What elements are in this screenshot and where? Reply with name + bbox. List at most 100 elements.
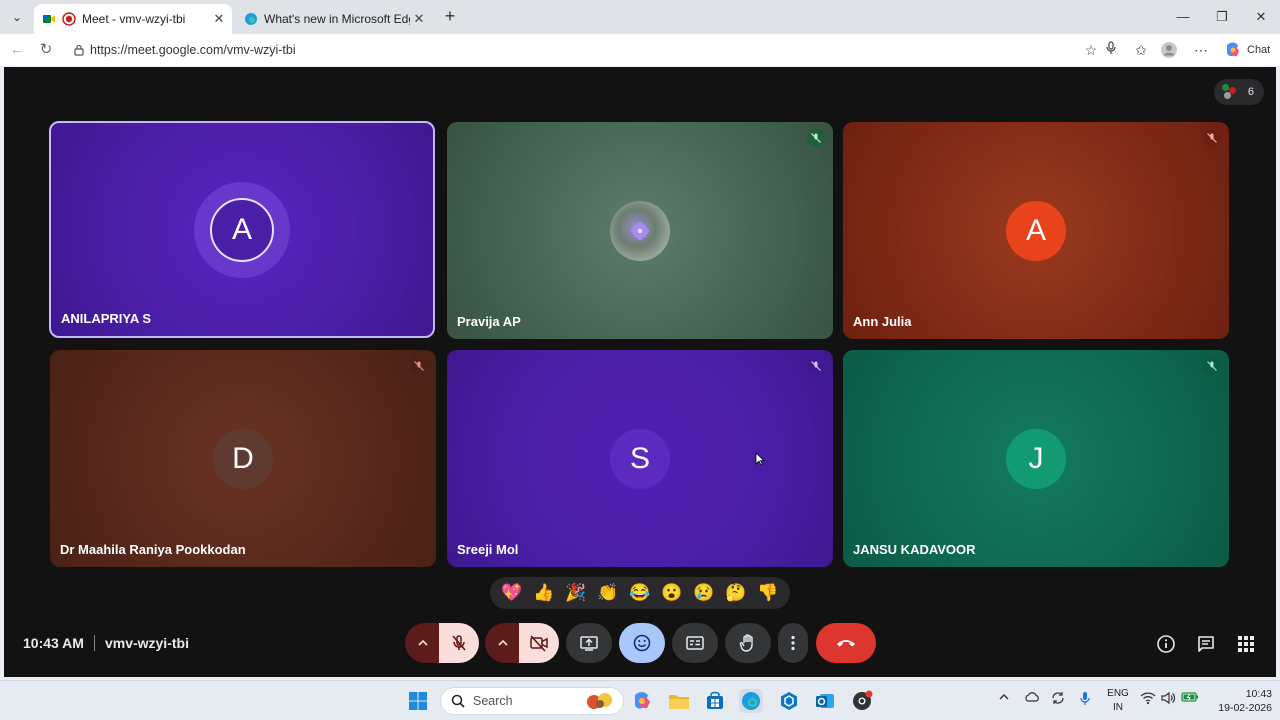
- participant-name: Dr Maahila Raniya Pookkodan: [60, 542, 246, 557]
- favorites-icon[interactable]: ✩: [1132, 41, 1150, 59]
- more-options-icon[interactable]: ⋯: [1192, 41, 1210, 59]
- hang-up-icon: [837, 640, 855, 647]
- close-tab-icon[interactable]: ✕: [410, 11, 428, 27]
- close-window-icon[interactable]: ✕: [1250, 6, 1272, 28]
- microphone-in-use-icon[interactable]: [1102, 41, 1120, 59]
- raise-hand-button[interactable]: [725, 623, 771, 663]
- refresh-icon[interactable]: ↻: [35, 39, 57, 61]
- reaction-crying[interactable]: 😢: [693, 583, 714, 603]
- battery-charging-icon[interactable]: [1181, 691, 1199, 706]
- windows-start-icon[interactable]: [406, 689, 430, 713]
- meeting-code: vmv-wzyi-tbi: [104, 635, 189, 651]
- address-bar[interactable]: https://meet.google.com/vmv-wzyi-tbi: [64, 37, 1124, 63]
- captions-button[interactable]: [672, 623, 718, 663]
- leave-call-button[interactable]: [816, 623, 876, 663]
- close-tab-icon[interactable]: ✕: [210, 11, 228, 27]
- reaction-surprised[interactable]: 😮: [661, 583, 682, 603]
- restore-icon[interactable]: ❐: [1211, 6, 1233, 28]
- reaction-thumbs-down[interactable]: 👎: [757, 583, 778, 603]
- camera-toggle-button[interactable]: [519, 623, 559, 663]
- outlook-icon[interactable]: [813, 689, 837, 713]
- participant-name: ANILAPRIYA S: [61, 311, 152, 326]
- activities-grid-icon[interactable]: [1235, 633, 1257, 655]
- meeting-info: 10:43 AM vmv-wzyi-tbi: [23, 635, 189, 651]
- search-placeholder: Search: [473, 694, 513, 708]
- edge-icon: [244, 12, 258, 26]
- recording-icon: [62, 12, 76, 26]
- audio-options-button[interactable]: [405, 623, 441, 663]
- volume-icon[interactable]: [1160, 691, 1176, 708]
- microphone-tray-icon[interactable]: [1079, 691, 1091, 710]
- reaction-party-popper[interactable]: 🎉: [565, 583, 586, 603]
- system-clock[interactable]: 10:43 19-02-2026: [1206, 687, 1272, 715]
- copilot-icon: [1224, 41, 1242, 59]
- reaction-sparkling-heart[interactable]: 💖: [501, 583, 522, 603]
- chrome-icon[interactable]: [850, 689, 874, 713]
- taskbar-search[interactable]: Search: [440, 687, 624, 715]
- input-language-indicator[interactable]: ENG IN: [1104, 687, 1132, 715]
- mic-off-icon: [1203, 129, 1221, 147]
- participant-count: 6: [1247, 86, 1254, 98]
- sync-icon[interactable]: [1050, 691, 1066, 708]
- wifi-icon[interactable]: [1140, 691, 1156, 708]
- mic-off-icon: [452, 635, 466, 651]
- site-info-icon[interactable]: [72, 43, 86, 57]
- tab-meet[interactable]: Meet - vmv-wzyi-tbi ✕: [34, 4, 232, 34]
- video-options-button[interactable]: [485, 623, 521, 663]
- minimize-icon[interactable]: —: [1172, 6, 1194, 28]
- copilot-chat-button[interactable]: Chat: [1220, 38, 1274, 62]
- reaction-laughing[interactable]: 😂: [629, 583, 650, 603]
- file-explorer-icon[interactable]: [667, 689, 691, 713]
- mouse-cursor: [755, 452, 766, 471]
- region-code: IN: [1113, 702, 1123, 713]
- copilot-app-icon[interactable]: [630, 689, 654, 713]
- reaction-thumbs-up[interactable]: 👍: [533, 583, 554, 603]
- search-icon: [451, 694, 465, 708]
- participant-tile[interactable]: J JANSU KADAVOOR: [843, 350, 1229, 567]
- reactions-button[interactable]: [619, 623, 665, 663]
- participant-tile[interactable]: A ANILAPRIYA S: [49, 121, 435, 338]
- current-time: 10:43 AM: [23, 635, 84, 651]
- url-text: https://meet.google.com/vmv-wzyi-tbi: [90, 43, 296, 57]
- onedrive-icon[interactable]: [1024, 691, 1040, 706]
- profile-avatar-icon[interactable]: [1160, 41, 1178, 59]
- language-code: ENG: [1107, 688, 1129, 699]
- more-options-button[interactable]: [778, 623, 808, 663]
- avatar: J: [1006, 428, 1066, 489]
- microsoft-store-icon[interactable]: [703, 689, 727, 713]
- browser-toolbar: ← ↻ https://meet.google.com/vmv-wzyi-tbi…: [0, 34, 1280, 66]
- participant-tile[interactable]: S Sreeji Mol: [447, 350, 833, 567]
- more-vert-icon: [791, 635, 795, 651]
- hand-icon: [739, 634, 753, 652]
- participant-tile[interactable]: A Ann Julia: [843, 122, 1229, 339]
- tab-edge-whats-new[interactable]: What's new in Microsoft Edge ✕: [236, 4, 432, 34]
- captions-icon: [686, 636, 704, 650]
- meeting-details-icon[interactable]: [1155, 633, 1177, 655]
- present-screen-icon: [580, 636, 598, 651]
- google-meet-icon: [42, 12, 56, 26]
- mic-off-icon: [807, 357, 825, 375]
- clock-date: 19-02-2026: [1218, 702, 1272, 714]
- chat-icon[interactable]: [1195, 633, 1217, 655]
- avatar-photo: [610, 200, 670, 261]
- microphone-toggle-button[interactable]: [439, 623, 479, 663]
- avatar: S: [610, 428, 670, 489]
- app-hexagon-icon[interactable]: [777, 689, 801, 713]
- participant-name: Pravija AP: [457, 314, 521, 329]
- edge-taskbar-icon[interactable]: [739, 689, 763, 713]
- tab-title: Meet - vmv-wzyi-tbi: [82, 12, 186, 26]
- reaction-clapping[interactable]: 👏: [597, 583, 618, 603]
- participant-name: JANSU KADAVOOR: [853, 542, 976, 557]
- present-screen-button[interactable]: [566, 623, 612, 663]
- search-highlight-icon: [585, 690, 615, 712]
- participants-chip[interactable]: 6: [1214, 79, 1264, 105]
- back-icon[interactable]: ←: [6, 39, 28, 61]
- participant-tile[interactable]: D Dr Maahila Raniya Pookkodan: [50, 350, 436, 567]
- favorite-star-icon[interactable]: ☆: [1082, 41, 1100, 59]
- tab-actions-menu-button[interactable]: ⌄: [6, 6, 28, 28]
- show-hidden-icons-chevron-icon[interactable]: [998, 692, 1010, 704]
- participant-tile[interactable]: Pravija AP: [447, 122, 833, 339]
- new-tab-button[interactable]: +: [439, 6, 461, 28]
- reaction-thinking[interactable]: 🤔: [725, 583, 746, 603]
- mic-off-icon: [410, 357, 428, 375]
